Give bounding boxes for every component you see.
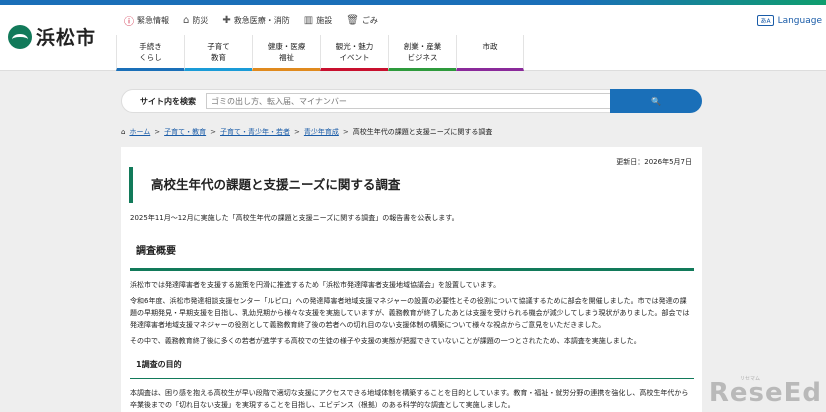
breadcrumb-separator: > (154, 128, 161, 136)
util-label: 施設 (316, 16, 333, 25)
gnav-label-1: 子育て (207, 42, 230, 51)
breadcrumb-home[interactable]: ホーム (129, 127, 150, 137)
gnav-label-2: ビジネス (407, 53, 438, 62)
util-emergency[interactable]: ⓘ 緊急情報 (124, 13, 169, 28)
site-header: 浜松市 ⓘ 緊急情報 ⌂ 防災 ✚ 救急医療・消防 ▥ 施設 🗑 ごみ あA L… (0, 5, 826, 71)
intro-text: 2025年11月～12月に実施した「高校生年代の課題と支援ニーズに関する調査」の… (130, 214, 459, 222)
gnav-label-2: 福祉 (279, 53, 294, 62)
gnav-label-1: 創業・産業 (403, 42, 442, 51)
home-icon: ⌂ (121, 128, 126, 136)
gnav-city-admin[interactable]: 市政 (456, 35, 524, 71)
util-garbage[interactable]: 🗑 ごみ (346, 15, 378, 26)
breadcrumb-current: 高校生年代の課題と支援ニーズに関する調査 (352, 128, 493, 136)
site-search: サイト内を検索 🔍 (121, 89, 702, 113)
util-label: ごみ (361, 16, 378, 25)
util-facilities[interactable]: ▥ 施設 (304, 15, 332, 26)
breadcrumb-separator: > (294, 128, 300, 136)
main-content: 更新日：2026年5月7日 高校生年代の課題と支援ニーズに関する調査 2025年… (121, 147, 702, 412)
search-label: サイト内を検索 (140, 96, 196, 106)
watermark-logo: ReseEd (708, 378, 822, 408)
page-title: 高校生年代の課題と支援ニーズに関する調査 (129, 167, 693, 203)
logo-text: 浜松市 (36, 27, 97, 49)
language-icon: あA (757, 15, 774, 26)
updated-date: 更新日：2026年5月7日 (616, 158, 692, 166)
gnav-childcare[interactable]: 子育て 教育 (184, 35, 252, 71)
paragraph: 本調査は、困り感を抱える高校生が早い段階で適切な支援にアクセスできる地域体制を構… (130, 389, 689, 409)
section-heading-overview: 調査概要 (130, 239, 694, 271)
breadcrumb-separator: > (342, 128, 349, 136)
breadcrumb-separator: > (210, 128, 216, 136)
paragraph: 浜松市では発達障害者を支援する施策を円滑に推進するため「浜松市発達障害者支援地域… (130, 281, 501, 289)
gnav-label-2: イベント (339, 53, 370, 62)
gnav-label-2: 教育 (211, 53, 226, 62)
building-icon: ▥ (303, 15, 314, 26)
house-icon: ⌂ (183, 15, 190, 26)
gnav-label-1: 観光・魅力 (335, 42, 374, 51)
global-nav: 手続き くらし 子育て 教育 健康・医療 福祉 観光・魅力 イベント 創業・産業… (116, 35, 524, 71)
alert-icon: ⓘ (124, 17, 134, 28)
util-medical[interactable]: ✚ 救急医療・消防 (222, 15, 289, 26)
city-emblem-icon (8, 24, 32, 49)
site-logo[interactable]: 浜松市 (8, 23, 96, 50)
gnav-label-1: 健康・医療 (267, 42, 306, 51)
language-button[interactable]: あA Language (757, 15, 822, 26)
trash-icon: 🗑 (346, 15, 359, 26)
gnav-label-1: 市政 (482, 42, 498, 51)
util-label: 救急医療・消防 (233, 16, 290, 25)
paragraph: その中で、義務教育終了後に多くの若者が進学する高校での生徒の様子や支援の実態が把… (130, 337, 641, 345)
breadcrumb-youth-dev[interactable]: 青少年育成 (304, 127, 339, 137)
util-disaster[interactable]: ⌂ 防災 (183, 15, 208, 26)
paragraph: 令和6年度、浜松市発達相談支援センター「ルピロ」への発達障害者地域支援マネジャー… (130, 297, 690, 329)
subsection-heading-purpose: 1調査の目的 (130, 359, 694, 379)
medical-icon: ✚ (222, 15, 231, 26)
gnav-tourism[interactable]: 観光・魅力 イベント (320, 35, 388, 71)
search-button[interactable]: 🔍 (610, 89, 702, 113)
util-label: 緊急情報 (137, 16, 169, 25)
gnav-procedures[interactable]: 手続き くらし (116, 35, 184, 71)
search-icon: 🔍 (651, 96, 661, 106)
breadcrumb-childcare[interactable]: 子育て・教育 (164, 127, 206, 137)
utility-nav: ⓘ 緊急情報 ⌂ 防災 ✚ 救急医療・消防 ▥ 施設 🗑 ごみ (124, 13, 378, 28)
language-label: Language (777, 15, 822, 26)
gnav-label-2: くらし (139, 53, 162, 62)
gnav-label-1: 手続き (139, 42, 162, 51)
breadcrumb: ⌂ ホーム > 子育て・教育 > 子育て・青少年・若者 > 青少年育成 > 高校… (121, 127, 492, 137)
gnav-business[interactable]: 創業・産業 ビジネス (388, 35, 456, 71)
search-input[interactable] (206, 93, 612, 109)
gnav-health[interactable]: 健康・医療 福祉 (252, 35, 320, 71)
breadcrumb-youth[interactable]: 子育て・青少年・若者 (220, 127, 290, 137)
util-label: 防災 (192, 16, 209, 25)
